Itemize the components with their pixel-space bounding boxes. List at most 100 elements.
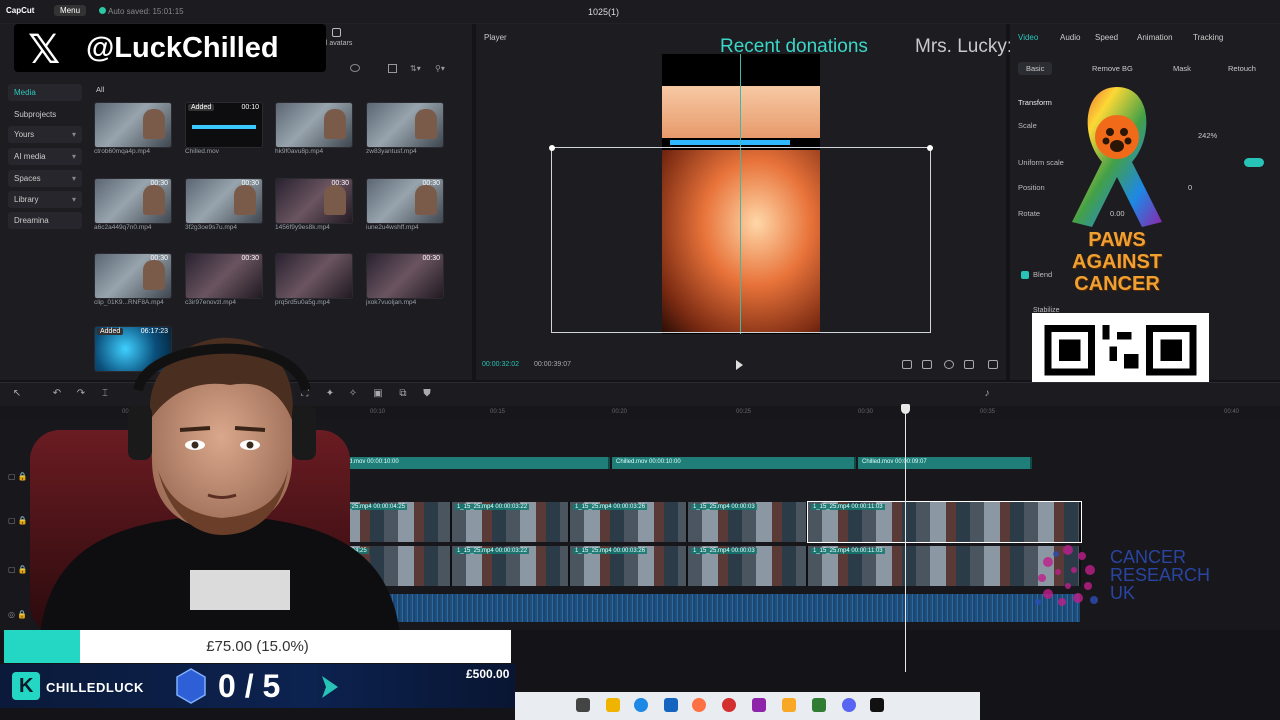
excel-icon[interactable] bbox=[812, 698, 826, 712]
tab-animation[interactable]: Animation bbox=[1137, 33, 1173, 42]
edge-icon[interactable] bbox=[634, 698, 648, 712]
media-item[interactable]: hk9f0avu8p.mp4 bbox=[275, 102, 355, 155]
media-item[interactable]: 00:30 1456f9y9es8k.mp4 bbox=[275, 178, 355, 231]
avatar-icon[interactable] bbox=[332, 28, 341, 37]
media-thumbnail[interactable]: 00:30 bbox=[366, 178, 444, 224]
media-thumbnail[interactable]: 00:30 bbox=[94, 178, 172, 224]
duration-label: 00:30 bbox=[422, 255, 440, 262]
tab-avatars[interactable]: al avatars bbox=[322, 40, 352, 47]
webcam-face bbox=[324, 109, 346, 139]
menu-button[interactable]: Menu bbox=[54, 5, 87, 16]
store-icon[interactable] bbox=[664, 698, 678, 712]
media-thumbnail[interactable] bbox=[94, 102, 172, 148]
notes-icon[interactable] bbox=[782, 698, 796, 712]
chevron-down-icon: ▾ bbox=[71, 174, 76, 183]
nav-subprojects[interactable]: Subprojects bbox=[8, 106, 82, 123]
webcam-feed bbox=[30, 337, 400, 635]
media-thumbnail[interactable]: Added 00:10 bbox=[185, 102, 263, 148]
audio-waveform-clip[interactable] bbox=[330, 594, 1080, 622]
ratio-icon[interactable] bbox=[964, 360, 974, 369]
sort-icon[interactable]: ⇅▾ bbox=[410, 64, 421, 73]
scale-value[interactable]: 242% bbox=[1198, 131, 1217, 140]
video-clip[interactable]: 1_15_25.mp4 00:00:03:26 bbox=[570, 502, 688, 542]
zoom-icon[interactable] bbox=[944, 360, 954, 369]
media-item[interactable]: ctrob60mqa4p.mp4 bbox=[94, 102, 174, 155]
refresh-icon[interactable] bbox=[350, 64, 360, 72]
video-clip[interactable]: 1_15_25.mp4 00:00:03 bbox=[688, 502, 808, 542]
webcam-face bbox=[415, 185, 437, 215]
filter-icon[interactable]: ⚲▾ bbox=[435, 64, 445, 73]
media-item[interactable]: 00:30 a6c2a449q7n0.mp4 bbox=[94, 178, 174, 231]
tab-tracking[interactable]: Tracking bbox=[1193, 33, 1223, 42]
microphone-icon[interactable]: ♪ bbox=[982, 389, 992, 399]
play-icon[interactable] bbox=[736, 360, 743, 370]
webcam-face bbox=[234, 185, 256, 215]
uniform-scale-toggle[interactable] bbox=[1244, 158, 1264, 167]
overlay-clip[interactable]: Chilled.mov 00:00:10:00 bbox=[612, 457, 856, 469]
media-item[interactable]: 00:30 clip_01K9...RNF8A.mp4 bbox=[94, 253, 174, 306]
shield-icon[interactable]: ⛊ bbox=[422, 389, 432, 399]
nav-yours[interactable]: Yours ▾ bbox=[8, 126, 82, 143]
kick-logo-icon: K bbox=[12, 672, 40, 700]
capcut-icon[interactable] bbox=[870, 698, 884, 712]
blend-checkbox[interactable] bbox=[1021, 271, 1029, 279]
media-thumbnail[interactable]: 00:30 bbox=[275, 178, 353, 224]
subtab-basic[interactable]: Basic bbox=[1018, 62, 1053, 75]
opera-icon[interactable] bbox=[722, 698, 736, 712]
media-thumbnail[interactable]: 00:30 bbox=[185, 253, 263, 299]
nav-ai-media[interactable]: AI media ▾ bbox=[8, 148, 82, 165]
crop-frame[interactable] bbox=[549, 145, 933, 333]
media-item[interactable]: 00:30 3f2g3oe9s7u.mp4 bbox=[185, 178, 265, 231]
app-icon[interactable] bbox=[752, 698, 766, 712]
explorer-icon[interactable] bbox=[606, 698, 620, 712]
media-item[interactable]: Added 00:10 Chilled.mov bbox=[185, 102, 265, 155]
tab-audio[interactable]: Audio bbox=[1060, 33, 1080, 42]
taskview-icon[interactable] bbox=[576, 698, 590, 712]
media-thumbnail[interactable] bbox=[275, 253, 353, 299]
media-item[interactable]: 00:30 jxok7vuoljan.mp4 bbox=[366, 253, 446, 306]
nav-dreamina[interactable]: Dreamina bbox=[8, 212, 82, 229]
quality-icon[interactable] bbox=[922, 360, 932, 369]
transform-section[interactable]: Transform bbox=[1018, 98, 1052, 107]
media-name: clip_01K9...RNF8A.mp4 bbox=[94, 299, 164, 306]
media-thumbnail[interactable]: 00:30 bbox=[185, 178, 263, 224]
nav-library[interactable]: Library ▾ bbox=[8, 191, 82, 208]
firefox-icon[interactable] bbox=[692, 698, 706, 712]
corner-handle[interactable] bbox=[927, 145, 933, 151]
tab-speed[interactable]: Speed bbox=[1095, 33, 1118, 42]
video-clip[interactable]: 1_15_25.mp4 00:00:03:22 bbox=[452, 546, 570, 586]
video-clip[interactable]: 1_15_25.mp4 00:00:03 bbox=[688, 546, 808, 586]
media-item[interactable]: 00:30 iune2u4wshff.mp4 bbox=[366, 178, 446, 231]
ruler-tick: 00:35 bbox=[980, 409, 996, 415]
position-y-value[interactable]: 0 bbox=[1188, 183, 1192, 192]
video-clip[interactable]: 1_15_25.mp4 00:00:03:22 bbox=[452, 502, 570, 542]
corner-handle[interactable] bbox=[549, 145, 555, 151]
ruler-tick: 00:30 bbox=[858, 409, 874, 415]
media-thumbnail[interactable]: 00:30 bbox=[94, 253, 172, 299]
video-clip[interactable]: 1_15_25.mp4 00:00:03:26 bbox=[570, 546, 688, 586]
tab-video[interactable]: Video bbox=[1018, 33, 1038, 42]
subtab-remove-bg[interactable]: Remove BG bbox=[1084, 62, 1141, 75]
grid-view-icon[interactable] bbox=[388, 64, 397, 73]
audio-track-controls[interactable]: ◎ 🔒 bbox=[8, 610, 27, 619]
playhead[interactable] bbox=[901, 404, 910, 672]
arrow-right-icon bbox=[322, 676, 338, 698]
video-clip-selected[interactable]: 1_15_25.mp4 00:00:11:03 bbox=[807, 501, 1082, 543]
nav-spaces[interactable]: Spaces ▾ bbox=[8, 170, 82, 187]
select-tool-icon[interactable]: ↖ bbox=[12, 389, 22, 399]
media-thumbnail[interactable] bbox=[366, 102, 444, 148]
subtab-mask[interactable]: Mask bbox=[1165, 62, 1199, 75]
media-thumbnail[interactable] bbox=[275, 102, 353, 148]
nav-media[interactable]: Media bbox=[8, 84, 82, 101]
media-thumbnail[interactable]: 00:30 bbox=[366, 253, 444, 299]
subtab-retouch[interactable]: Retouch bbox=[1220, 62, 1264, 75]
filter-all[interactable]: All bbox=[96, 85, 104, 94]
media-item[interactable]: 00:30 c3ir97enovzl.mp4 bbox=[185, 253, 265, 306]
overlay-clip[interactable]: Chilled.mov 00:00:09:07 bbox=[858, 457, 1032, 469]
discord-icon[interactable] bbox=[842, 698, 856, 712]
media-name: a6c2a449q7n0.mp4 bbox=[94, 224, 152, 231]
media-item[interactable]: prq5rd5u0a5g.mp4 bbox=[275, 253, 355, 306]
fullscreen-icon[interactable] bbox=[988, 360, 998, 369]
fit-icon[interactable] bbox=[902, 360, 912, 369]
media-item[interactable]: zw83yantusf.mp4 bbox=[366, 102, 446, 155]
